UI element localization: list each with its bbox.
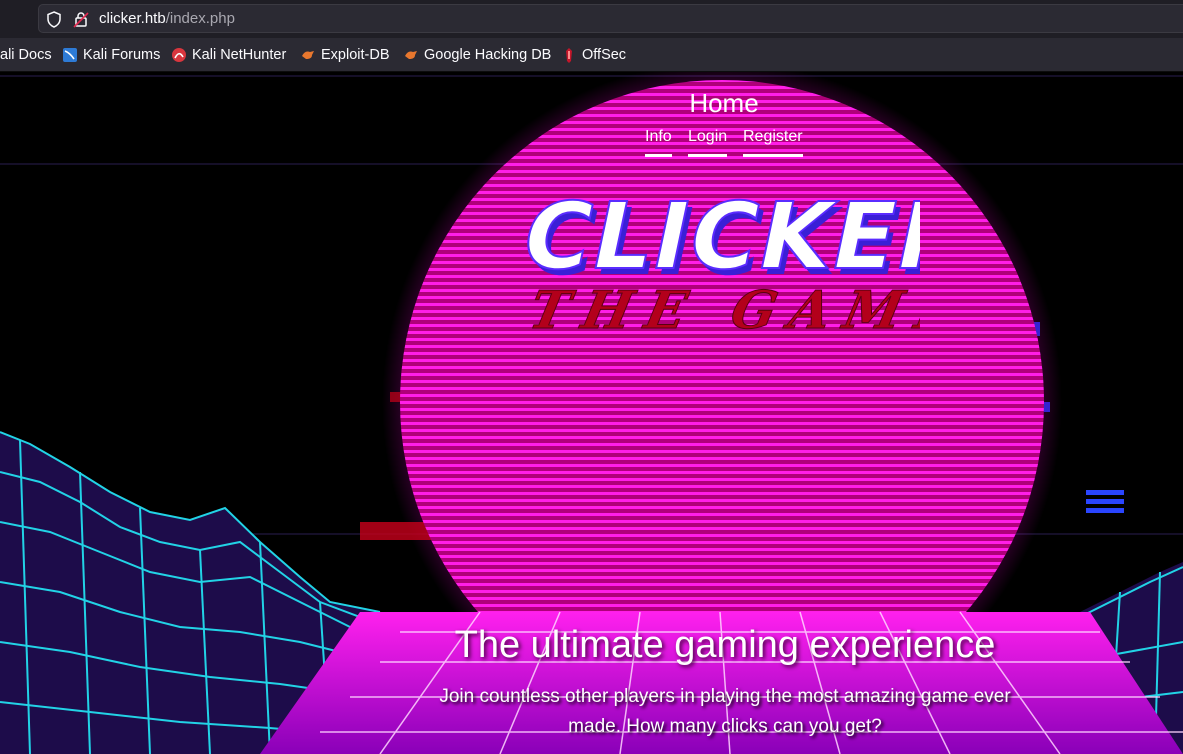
browser-toolbar: clicker.htb/index.php [0, 0, 1183, 38]
page-title: Home [689, 88, 759, 118]
bookmark-label: Google Hacking DB [424, 47, 552, 63]
url-text[interactable]: clicker.htb/index.php [99, 10, 235, 27]
insecure-lock-icon[interactable] [73, 11, 89, 28]
google-hacking-db-icon [405, 51, 417, 59]
bookmarks-toolbar: ali Docs Kali Forums Kali NetHunter Expl… [0, 38, 1183, 72]
shield-icon[interactable] [46, 11, 62, 28]
web-page: Home Info Login Register CLICKER CLICKER… [0, 72, 1183, 754]
bookmark-kali-docs[interactable]: ali Docs [0, 46, 52, 64]
kali-forums-icon [63, 48, 77, 62]
clicker-logo: CLICKER CLICKER THE GAME [512, 182, 920, 341]
bookmark-label: Kali Forums [83, 47, 161, 63]
bookmark-kali-forums[interactable]: Kali Forums [62, 46, 160, 64]
bookmark-exploit-db[interactable]: Exploit-DB [300, 46, 390, 64]
url-host: clicker.htb [99, 10, 166, 27]
nav-link-register[interactable]: Register [743, 128, 803, 157]
bookmark-label: ali Docs [0, 47, 52, 63]
nav-link-login[interactable]: Login [688, 128, 728, 157]
address-bar[interactable]: clicker.htb/index.php [38, 4, 1183, 33]
hero-subtitle: Join countless other players in playing … [439, 686, 1011, 737]
kali-nethunter-icon [172, 48, 186, 62]
bookmark-label: Kali NetHunter [192, 47, 287, 63]
offsec-icon [566, 48, 572, 63]
logo-subtitle: THE GAME [524, 281, 920, 341]
bookmark-offsec[interactable]: OffSec [561, 46, 626, 64]
hero-title: The ultimate gaming experience [454, 624, 996, 666]
bookmark-label: Exploit-DB [321, 47, 390, 63]
logo-title: CLICKER [513, 183, 920, 290]
bookmark-label: OffSec [582, 47, 627, 63]
nav-link-info[interactable]: Info [645, 128, 672, 157]
url-path: /index.php [165, 10, 235, 27]
bookmark-kali-nethunter[interactable]: Kali NetHunter [171, 46, 286, 64]
bookmark-google-hacking-db[interactable]: Google Hacking DB [403, 46, 551, 64]
exploit-db-icon [302, 51, 314, 59]
